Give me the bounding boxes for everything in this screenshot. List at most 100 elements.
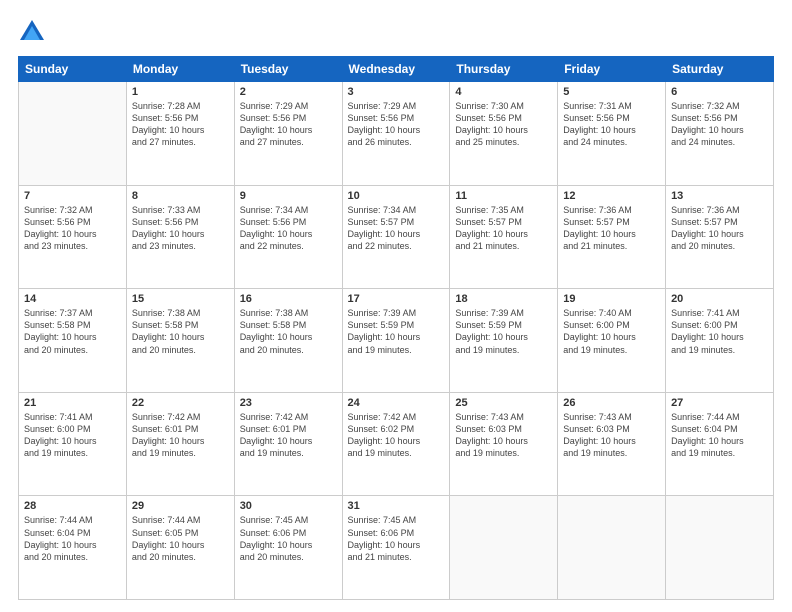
day-info: Sunrise: 7:44 AM Sunset: 6:04 PM Dayligh…: [671, 411, 768, 460]
day-number: 26: [563, 397, 660, 409]
day-number: 6: [671, 86, 768, 98]
day-info: Sunrise: 7:30 AM Sunset: 5:56 PM Dayligh…: [455, 100, 552, 149]
day-number: 1: [132, 86, 229, 98]
day-info: Sunrise: 7:45 AM Sunset: 6:06 PM Dayligh…: [348, 514, 445, 563]
calendar-cell: 6 Sunrise: 7:32 AM Sunset: 5:56 PM Daylig…: [666, 82, 774, 186]
calendar-cell: 28 Sunrise: 7:44 AM Sunset: 6:04 PM Dayli…: [19, 496, 127, 600]
calendar-cell: 12 Sunrise: 7:36 AM Sunset: 5:57 PM Dayli…: [558, 185, 666, 289]
day-number: 29: [132, 500, 229, 512]
weekday-header-saturday: Saturday: [666, 57, 774, 82]
day-number: 3: [348, 86, 445, 98]
calendar-cell: 9 Sunrise: 7:34 AM Sunset: 5:56 PM Daylig…: [234, 185, 342, 289]
day-info: Sunrise: 7:32 AM Sunset: 5:56 PM Dayligh…: [24, 204, 121, 253]
day-info: Sunrise: 7:34 AM Sunset: 5:56 PM Dayligh…: [240, 204, 337, 253]
calendar-cell: [19, 82, 127, 186]
day-number: 30: [240, 500, 337, 512]
day-info: Sunrise: 7:41 AM Sunset: 6:00 PM Dayligh…: [671, 307, 768, 356]
calendar-week-5: 28 Sunrise: 7:44 AM Sunset: 6:04 PM Dayli…: [19, 496, 774, 600]
calendar-cell: 24 Sunrise: 7:42 AM Sunset: 6:02 PM Dayli…: [342, 392, 450, 496]
weekday-header-tuesday: Tuesday: [234, 57, 342, 82]
day-number: 9: [240, 190, 337, 202]
calendar-cell: 14 Sunrise: 7:37 AM Sunset: 5:58 PM Dayli…: [19, 289, 127, 393]
calendar-cell: 2Sunrise: 7:29 AM Sunset: 5:56 PM Daylig…: [234, 82, 342, 186]
calendar-cell: 1 Sunrise: 7:28 AM Sunset: 5:56 PM Daylig…: [126, 82, 234, 186]
day-info: Sunrise: 7:37 AM Sunset: 5:58 PM Dayligh…: [24, 307, 121, 356]
page: SundayMondayTuesdayWednesdayThursdayFrid…: [0, 0, 792, 612]
day-number: 22: [132, 397, 229, 409]
calendar-cell: 13 Sunrise: 7:36 AM Sunset: 5:57 PM Dayli…: [666, 185, 774, 289]
day-info: Sunrise: 7:32 AM Sunset: 5:56 PM Dayligh…: [671, 100, 768, 149]
day-info: Sunrise: 7:38 AM Sunset: 5:58 PM Dayligh…: [240, 307, 337, 356]
calendar-cell: 17 Sunrise: 7:39 AM Sunset: 5:59 PM Dayli…: [342, 289, 450, 393]
calendar-cell: 7 Sunrise: 7:32 AM Sunset: 5:56 PM Daylig…: [19, 185, 127, 289]
day-number: 11: [455, 190, 552, 202]
day-info: Sunrise: 7:44 AM Sunset: 6:05 PM Dayligh…: [132, 514, 229, 563]
day-info: Sunrise: 7:29 AM Sunset: 5:56 PM Dayligh…: [348, 100, 445, 149]
day-number: 28: [24, 500, 121, 512]
day-info: Sunrise: 7:33 AM Sunset: 5:56 PM Dayligh…: [132, 204, 229, 253]
day-info: Sunrise: 7:34 AM Sunset: 5:57 PM Dayligh…: [348, 204, 445, 253]
weekday-header-thursday: Thursday: [450, 57, 558, 82]
calendar-week-2: 7 Sunrise: 7:32 AM Sunset: 5:56 PM Daylig…: [19, 185, 774, 289]
day-number: 24: [348, 397, 445, 409]
calendar-header-row: SundayMondayTuesdayWednesdayThursdayFrid…: [19, 57, 774, 82]
day-number: 12: [563, 190, 660, 202]
weekday-header-wednesday: Wednesday: [342, 57, 450, 82]
day-info: Sunrise: 7:39 AM Sunset: 5:59 PM Dayligh…: [455, 307, 552, 356]
day-info: Sunrise: 7:35 AM Sunset: 5:57 PM Dayligh…: [455, 204, 552, 253]
day-info: Sunrise: 7:43 AM Sunset: 6:03 PM Dayligh…: [563, 411, 660, 460]
day-number: 21: [24, 397, 121, 409]
day-info: Sunrise: 7:29 AM Sunset: 5:56 PM Dayligh…: [240, 100, 337, 149]
day-info: Sunrise: 7:43 AM Sunset: 6:03 PM Dayligh…: [455, 411, 552, 460]
calendar-cell: 29 Sunrise: 7:44 AM Sunset: 6:05 PM Dayli…: [126, 496, 234, 600]
header: [18, 18, 774, 46]
day-info: Sunrise: 7:39 AM Sunset: 5:59 PM Dayligh…: [348, 307, 445, 356]
calendar-cell: 23 Sunrise: 7:42 AM Sunset: 6:01 PM Dayli…: [234, 392, 342, 496]
calendar-cell: 31 Sunrise: 7:45 AM Sunset: 6:06 PM Dayli…: [342, 496, 450, 600]
day-number: 10: [348, 190, 445, 202]
day-number: 25: [455, 397, 552, 409]
calendar-cell: 3 Sunrise: 7:29 AM Sunset: 5:56 PM Daylig…: [342, 82, 450, 186]
day-number: 16: [240, 293, 337, 305]
day-number: 14: [24, 293, 121, 305]
calendar-cell: 19 Sunrise: 7:40 AM Sunset: 6:00 PM Dayli…: [558, 289, 666, 393]
calendar-cell: 30Sunrise: 7:45 AM Sunset: 6:06 PM Dayli…: [234, 496, 342, 600]
day-number: 17: [348, 293, 445, 305]
calendar-week-3: 14 Sunrise: 7:37 AM Sunset: 5:58 PM Dayli…: [19, 289, 774, 393]
calendar-week-1: 1 Sunrise: 7:28 AM Sunset: 5:56 PM Daylig…: [19, 82, 774, 186]
day-info: Sunrise: 7:36 AM Sunset: 5:57 PM Dayligh…: [671, 204, 768, 253]
logo-icon: [18, 18, 46, 46]
day-number: 31: [348, 500, 445, 512]
day-number: 4: [455, 86, 552, 98]
day-number: 13: [671, 190, 768, 202]
day-info: Sunrise: 7:40 AM Sunset: 6:00 PM Dayligh…: [563, 307, 660, 356]
day-number: 7: [24, 190, 121, 202]
day-number: 23: [240, 397, 337, 409]
calendar-cell: [666, 496, 774, 600]
calendar-cell: 16 Sunrise: 7:38 AM Sunset: 5:58 PM Dayli…: [234, 289, 342, 393]
day-info: Sunrise: 7:42 AM Sunset: 6:01 PM Dayligh…: [240, 411, 337, 460]
day-number: 15: [132, 293, 229, 305]
day-info: Sunrise: 7:36 AM Sunset: 5:57 PM Dayligh…: [563, 204, 660, 253]
calendar-cell: [558, 496, 666, 600]
calendar-cell: 4 Sunrise: 7:30 AM Sunset: 5:56 PM Daylig…: [450, 82, 558, 186]
calendar-cell: 5Sunrise: 7:31 AM Sunset: 5:56 PM Daylig…: [558, 82, 666, 186]
calendar-cell: 25 Sunrise: 7:43 AM Sunset: 6:03 PM Dayli…: [450, 392, 558, 496]
calendar-cell: 22 Sunrise: 7:42 AM Sunset: 6:01 PM Dayli…: [126, 392, 234, 496]
day-info: Sunrise: 7:28 AM Sunset: 5:56 PM Dayligh…: [132, 100, 229, 149]
day-info: Sunrise: 7:42 AM Sunset: 6:01 PM Dayligh…: [132, 411, 229, 460]
calendar-cell: 21Sunrise: 7:41 AM Sunset: 6:00 PM Dayli…: [19, 392, 127, 496]
weekday-header-sunday: Sunday: [19, 57, 127, 82]
weekday-header-friday: Friday: [558, 57, 666, 82]
calendar-cell: 20Sunrise: 7:41 AM Sunset: 6:00 PM Dayli…: [666, 289, 774, 393]
calendar-cell: 27 Sunrise: 7:44 AM Sunset: 6:04 PM Dayli…: [666, 392, 774, 496]
day-number: 27: [671, 397, 768, 409]
day-info: Sunrise: 7:42 AM Sunset: 6:02 PM Dayligh…: [348, 411, 445, 460]
day-number: 19: [563, 293, 660, 305]
calendar-cell: 18Sunrise: 7:39 AM Sunset: 5:59 PM Dayli…: [450, 289, 558, 393]
calendar-table: SundayMondayTuesdayWednesdayThursdayFrid…: [18, 56, 774, 600]
logo: [18, 18, 50, 46]
day-info: Sunrise: 7:44 AM Sunset: 6:04 PM Dayligh…: [24, 514, 121, 563]
calendar-cell: 8 Sunrise: 7:33 AM Sunset: 5:56 PM Daylig…: [126, 185, 234, 289]
day-number: 8: [132, 190, 229, 202]
